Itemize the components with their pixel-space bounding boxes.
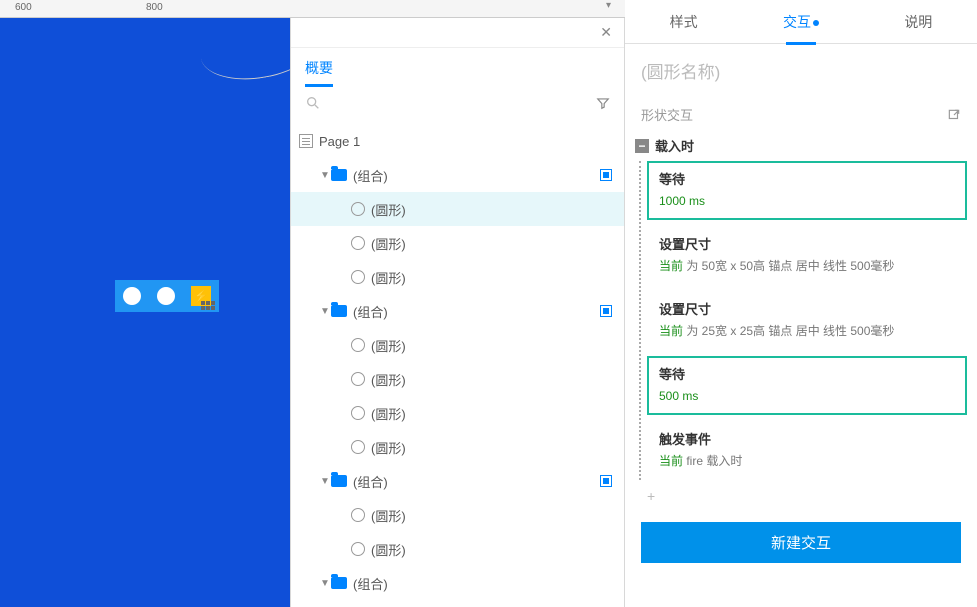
caret-down-icon[interactable]: ▼ [319, 170, 331, 181]
section-label: 形状交互 [641, 105, 693, 124]
popout-icon[interactable] [947, 108, 961, 122]
action-title: 等待 [659, 169, 955, 188]
tree-shape-item[interactable]: (圆形) [291, 328, 624, 362]
event-name: 载入时 [655, 136, 694, 155]
unsaved-dot-icon [813, 20, 819, 26]
tree-shape-item[interactable]: (圆形) [291, 192, 624, 226]
close-icon[interactable]: ✕ [596, 20, 616, 45]
shape-name-input[interactable]: (圆形名称) [625, 44, 977, 97]
tree-item-label: (圆形) [371, 370, 612, 389]
circle-icon [351, 338, 365, 352]
tree-item-label: (圆形) [371, 234, 612, 253]
outline-panel: ✕ 概要 Page 1 ▼ (组合) (圆形) (圆形) (圆形) ▼ (组合) (圆形) (圆… [290, 18, 625, 607]
outline-tree: Page 1 ▼ (组合) (圆形) (圆形) (圆形) ▼ (组合) (圆形) (圆形) (圆形… [291, 124, 624, 607]
tab-notes[interactable]: 说明 [860, 12, 977, 32]
ruler-mark: 600 [15, 2, 32, 13]
selection-indicator-icon [600, 169, 612, 181]
resize-handle-icon[interactable] [201, 301, 215, 310]
caret-down-icon[interactable]: ▼ [319, 476, 331, 487]
page-label: Page 1 [319, 134, 612, 149]
circle-icon [351, 406, 365, 420]
new-interaction-button[interactable]: 新建交互 [641, 522, 961, 563]
collapse-icon[interactable]: − [635, 139, 649, 153]
action-title: 等待 [659, 364, 955, 383]
action-card[interactable]: 等待 1000 ms [647, 161, 967, 220]
tree-item-label: (圆形) [371, 540, 612, 559]
folder-icon [331, 169, 347, 181]
action-detail: 当前 为 25宽 x 25高 锚点 居中 线性 500毫秒 [659, 322, 955, 340]
filter-icon[interactable] [596, 96, 610, 115]
tree-group-item[interactable]: ▼ (组合) [291, 158, 624, 192]
add-action-button[interactable]: + [631, 486, 971, 506]
outline-tab[interactable]: 概要 [305, 58, 333, 87]
tree-group-item[interactable]: ▼ (组合) [291, 294, 624, 328]
action-card[interactable]: 触发事件当前 fire 载入时 [647, 421, 967, 480]
tree-item-label: (组合) [353, 574, 612, 593]
action-title: 设置尺寸 [659, 234, 955, 253]
circle-icon [351, 202, 365, 216]
tree-shape-item[interactable]: (圆形) [291, 396, 624, 430]
action-list: 等待1000 ms设置尺寸当前 为 50宽 x 50高 锚点 居中 线性 500… [639, 161, 971, 480]
tree-shape-item[interactable]: (圆形) [291, 226, 624, 260]
folder-icon [331, 577, 347, 589]
tree-group-item[interactable]: ▼ (组合) [291, 464, 624, 498]
tree-item-label: (圆形) [371, 438, 612, 457]
tree-shape-item[interactable]: (圆形) [291, 532, 624, 566]
circle-icon [351, 270, 365, 284]
event-title-row[interactable]: − 载入时 [631, 132, 971, 159]
event-block: − 载入时 等待1000 ms设置尺寸当前 为 50宽 x 50高 锚点 居中 … [631, 132, 971, 506]
horizontal-ruler: 600 800 ▾ [0, 0, 625, 18]
action-title: 触发事件 [659, 429, 955, 448]
tree-item-label: (组合) [353, 166, 600, 185]
caret-down-icon[interactable]: ▼ [319, 578, 331, 589]
circle-icon [351, 508, 365, 522]
widget-circle[interactable] [123, 287, 141, 305]
circle-icon [351, 542, 365, 556]
circle-icon [351, 372, 365, 386]
action-card[interactable]: 设置尺寸当前 为 50宽 x 50高 锚点 居中 线性 500毫秒 [647, 226, 967, 285]
ruler-mark: 800 [146, 2, 163, 13]
selection-indicator-icon [600, 475, 612, 487]
circle-icon [351, 236, 365, 250]
right-tabs: 样式 交互 说明 [625, 0, 977, 44]
tree-item-label: (组合) [353, 472, 600, 491]
tree-group-item[interactable]: ▼ (组合) [291, 566, 624, 600]
tree-item-label: (圆形) [371, 268, 612, 287]
tree-shape-item[interactable]: (圆形) [291, 498, 624, 532]
tree-item-label: (圆形) [371, 200, 612, 219]
tab-style[interactable]: 样式 [625, 12, 742, 32]
tree-shape-item[interactable]: (圆形) [291, 430, 624, 464]
ruler-dropdown-icon[interactable]: ▾ [606, 0, 622, 16]
tree-page[interactable]: Page 1 [291, 124, 624, 158]
folder-icon [331, 305, 347, 317]
action-card[interactable]: 等待 500 ms [647, 356, 967, 415]
tree-shape-item[interactable]: (圆形) [291, 260, 624, 294]
tree-item-label: (组合) [353, 302, 600, 321]
canvas-background[interactable] [0, 18, 290, 607]
action-detail: 当前 fire 载入时 [659, 452, 955, 470]
tab-interaction[interactable]: 交互 [742, 12, 859, 32]
tree-item-label: (圆形) [371, 506, 612, 525]
action-detail: 当前 为 50宽 x 50高 锚点 居中 线性 500毫秒 [659, 257, 955, 275]
properties-panel: 样式 交互 说明 (圆形名称) 形状交互 − 载入时 等待 1000 ms 设置尺寸… [625, 0, 977, 607]
page-icon [299, 134, 313, 148]
caret-down-icon[interactable]: ▼ [319, 306, 331, 317]
widget-group[interactable]: ⚡ [115, 280, 219, 312]
action-card[interactable]: 设置尺寸当前 为 25宽 x 25高 锚点 居中 线性 500毫秒 [647, 291, 967, 350]
search-input[interactable] [305, 95, 588, 116]
folder-icon [331, 475, 347, 487]
action-title: 设置尺寸 [659, 299, 955, 318]
action-detail: 500 ms [659, 387, 955, 405]
widget-circle[interactable] [157, 287, 175, 305]
tree-shape-item[interactable]: (圆形) [291, 362, 624, 396]
tree-item-label: (圆形) [371, 336, 612, 355]
action-detail: 1000 ms [659, 192, 955, 210]
selection-indicator-icon [600, 305, 612, 317]
search-icon [305, 95, 321, 111]
circle-icon [351, 440, 365, 454]
tree-item-label: (圆形) [371, 404, 612, 423]
